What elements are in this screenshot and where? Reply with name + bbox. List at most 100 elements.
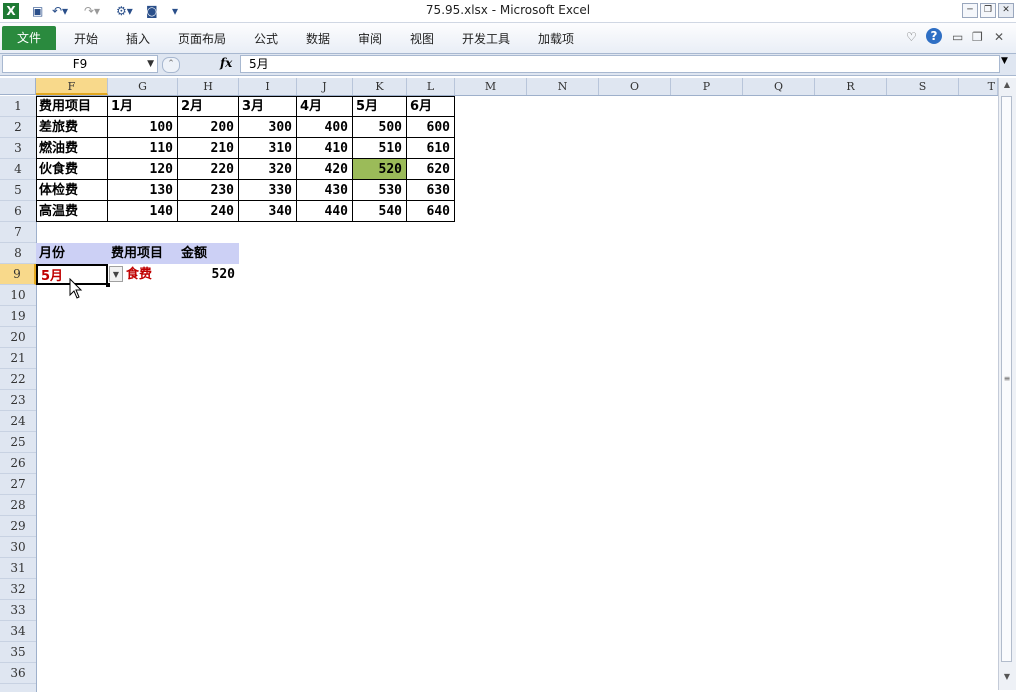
column-header-n[interactable]: N xyxy=(527,78,599,95)
scroll-up-icon[interactable]: ▲ xyxy=(1001,80,1013,92)
table-header-cell[interactable]: 3月 xyxy=(239,96,297,117)
row-header[interactable]: 7 xyxy=(0,222,36,243)
close-icon[interactable]: ✕ xyxy=(998,3,1014,18)
table-cell[interactable]: 630 xyxy=(407,180,455,201)
fx-icon[interactable]: fx xyxy=(220,56,232,70)
table-header-cell[interactable]: 4月 xyxy=(297,96,353,117)
column-header-t[interactable]: T xyxy=(959,78,998,95)
table-cell[interactable]: 200 xyxy=(178,117,239,138)
dropdown-arrow-icon[interactable]: ▼ xyxy=(109,266,123,282)
highlighted-cell[interactable]: 520 xyxy=(353,159,407,180)
table-cell[interactable]: 120 xyxy=(108,159,178,180)
workbook-minimize-icon[interactable]: ▭ xyxy=(952,30,963,44)
column-header-i[interactable]: I xyxy=(239,78,297,95)
row-header[interactable]: 33 xyxy=(0,600,36,621)
chevron-down-icon[interactable]: ▼ xyxy=(147,56,154,72)
table-cell[interactable]: 210 xyxy=(178,138,239,159)
tab-insert[interactable]: 插入 xyxy=(126,30,150,47)
column-header-f[interactable]: F xyxy=(36,78,108,95)
tab-formulas[interactable]: 公式 xyxy=(254,30,278,47)
table-cell[interactable]: 140 xyxy=(108,201,178,222)
tab-data[interactable]: 数据 xyxy=(306,30,330,47)
formula-input[interactable]: 5月 xyxy=(240,55,1000,73)
name-box[interactable]: F9 ▼ xyxy=(2,55,158,73)
table-cell[interactable]: 500 xyxy=(353,117,407,138)
lookup-amount-value[interactable]: 520 xyxy=(178,264,239,285)
scroll-down-icon[interactable]: ▼ xyxy=(1001,672,1013,684)
row-header[interactable]: 4 xyxy=(0,159,36,180)
table-cell[interactable]: 240 xyxy=(178,201,239,222)
table-cell[interactable]: 420 xyxy=(297,159,353,180)
table-cell[interactable]: 640 xyxy=(407,201,455,222)
workbook-close-icon[interactable]: ✕ xyxy=(994,30,1004,44)
tab-page-layout[interactable]: 页面布局 xyxy=(178,30,226,47)
table-cell[interactable]: 110 xyxy=(108,138,178,159)
row-header[interactable]: 21 xyxy=(0,348,36,369)
row-header[interactable]: 24 xyxy=(0,411,36,432)
table-cell[interactable]: 530 xyxy=(353,180,407,201)
tab-home[interactable]: 开始 xyxy=(74,30,98,47)
table-cell[interactable]: 400 xyxy=(297,117,353,138)
restore-icon[interactable]: ❐ xyxy=(980,3,996,18)
column-header-p[interactable]: P xyxy=(671,78,743,95)
table-cell[interactable]: 伙食费 xyxy=(36,159,108,180)
select-all-corner[interactable] xyxy=(0,78,36,95)
table-cell[interactable]: 330 xyxy=(239,180,297,201)
table-cell[interactable]: 440 xyxy=(297,201,353,222)
column-header-k[interactable]: K xyxy=(353,78,407,95)
row-header[interactable]: 34 xyxy=(0,621,36,642)
table-cell[interactable]: 600 xyxy=(407,117,455,138)
table-cell[interactable]: 230 xyxy=(178,180,239,201)
row-header[interactable]: 19 xyxy=(0,306,36,327)
column-header-r[interactable]: R xyxy=(815,78,887,95)
table-cell[interactable]: 410 xyxy=(297,138,353,159)
table-cell[interactable]: 430 xyxy=(297,180,353,201)
table-cell[interactable]: 燃油费 xyxy=(36,138,108,159)
row-header[interactable]: 35 xyxy=(0,642,36,663)
table-cell[interactable]: 540 xyxy=(353,201,407,222)
expand-icon[interactable]: ⌃ xyxy=(162,57,180,73)
column-header-o[interactable]: O xyxy=(599,78,671,95)
table-cell[interactable]: 320 xyxy=(239,159,297,180)
ribbon-collapse-icon[interactable]: ♡ xyxy=(906,30,917,44)
table-cell[interactable]: 220 xyxy=(178,159,239,180)
cell-grid[interactable]: 费用项目 1月 2月 3月 4月 5月 6月 差旅费 100 200 300 4… xyxy=(36,96,998,692)
row-header[interactable]: 31 xyxy=(0,558,36,579)
row-header[interactable]: 28 xyxy=(0,495,36,516)
row-header[interactable]: 26 xyxy=(0,453,36,474)
table-cell[interactable]: 130 xyxy=(108,180,178,201)
vertical-scrollbar[interactable]: ▲ ≡ ▼ xyxy=(998,78,1016,690)
tab-view[interactable]: 视图 xyxy=(410,30,434,47)
help-icon[interactable]: ? xyxy=(926,28,942,44)
row-header[interactable]: 27 xyxy=(0,474,36,495)
lookup-header-amount[interactable]: 金额 xyxy=(178,243,239,264)
lookup-item-value[interactable]: 食费 xyxy=(126,264,178,285)
table-cell[interactable]: 510 xyxy=(353,138,407,159)
row-header[interactable]: 10 xyxy=(0,285,36,306)
row-header[interactable]: 36 xyxy=(0,663,36,684)
table-cell[interactable]: 310 xyxy=(239,138,297,159)
column-header-j[interactable]: J xyxy=(297,78,353,95)
column-header-m[interactable]: M xyxy=(455,78,527,95)
table-cell[interactable]: 340 xyxy=(239,201,297,222)
table-cell[interactable]: 体检费 xyxy=(36,180,108,201)
row-header[interactable]: 29 xyxy=(0,516,36,537)
row-header-selected[interactable]: 9 xyxy=(0,264,36,285)
fill-handle[interactable] xyxy=(106,283,110,287)
table-header-cell[interactable]: 6月 xyxy=(407,96,455,117)
row-header[interactable]: 8 xyxy=(0,243,36,264)
row-header[interactable]: 22 xyxy=(0,369,36,390)
formula-expand-icon[interactable]: ▼ xyxy=(1001,56,1008,66)
column-header-q[interactable]: Q xyxy=(743,78,815,95)
table-header-cell[interactable]: 5月 xyxy=(353,96,407,117)
row-header[interactable]: 32 xyxy=(0,579,36,600)
row-header[interactable]: 6 xyxy=(0,201,36,222)
tab-addins[interactable]: 加载项 xyxy=(538,30,574,47)
column-header-l[interactable]: L xyxy=(407,78,455,95)
lookup-header-item[interactable]: 费用项目 xyxy=(108,243,178,264)
lookup-header-month[interactable]: 月份 xyxy=(36,243,108,264)
tab-review[interactable]: 审阅 xyxy=(358,30,382,47)
tab-developer[interactable]: 开发工具 xyxy=(462,30,510,47)
table-cell[interactable]: 620 xyxy=(407,159,455,180)
row-header[interactable]: 25 xyxy=(0,432,36,453)
